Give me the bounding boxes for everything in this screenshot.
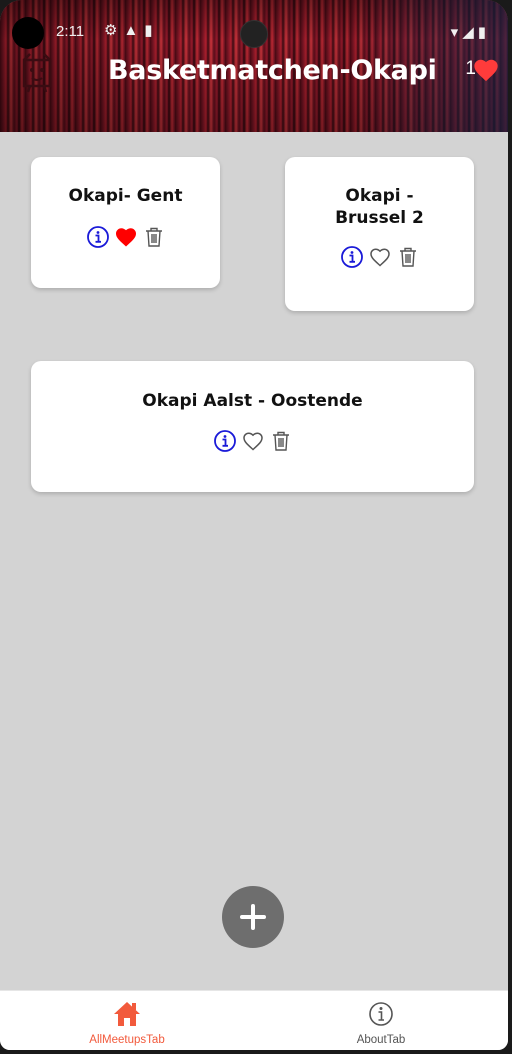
status-notification-icons: ⚙▲▮	[104, 22, 159, 39]
home-icon	[114, 1002, 140, 1026]
tab-about[interactable]: AboutTab	[254, 991, 508, 1050]
trash-icon[interactable]	[396, 245, 420, 269]
info-icon[interactable]	[340, 245, 364, 269]
meetup-card[interactable]: Okapi - Brussel 2	[285, 157, 474, 311]
meetups-list: Okapi- Gent Okapi - Brussel 2 Okapi Aals…	[0, 132, 508, 990]
add-meetup-button[interactable]	[222, 886, 284, 948]
favorites-heart-icon[interactable]	[472, 56, 500, 84]
bottom-tab-bar: AllMeetupsTab AboutTab	[0, 990, 508, 1050]
status-time: 2:11	[56, 23, 85, 40]
heart-filled-icon[interactable]	[114, 225, 138, 249]
app-title: Basketmatchen-Okapi	[108, 55, 437, 86]
phone-screen: 2:11 ⚙▲▮ ▾◢▮ Basketmatchen-Okapi 1 Okapi…	[0, 0, 508, 1050]
heart-outline-icon[interactable]	[368, 245, 392, 269]
heart-outline-icon[interactable]	[241, 429, 265, 453]
tab-label: AboutTab	[356, 1034, 406, 1046]
meetup-card[interactable]: Okapi- Gent	[31, 157, 220, 288]
meetup-title: Okapi- Gent	[68, 186, 183, 206]
meetup-title: Okapi Aalst - Oostende	[142, 391, 363, 411]
info-icon[interactable]	[86, 225, 110, 249]
tab-all-meetups[interactable]: AllMeetupsTab	[0, 991, 254, 1050]
status-system-icons: ▾◢▮	[450, 24, 490, 41]
info-icon[interactable]	[213, 429, 237, 453]
meetup-card[interactable]: Okapi Aalst - Oostende	[31, 361, 474, 492]
tab-label: AllMeetupsTab	[89, 1034, 165, 1046]
trash-icon[interactable]	[269, 429, 293, 453]
okapi-logo-icon	[22, 53, 52, 93]
meetup-title: Okapi - Brussel 2	[335, 186, 424, 228]
front-camera	[12, 17, 44, 49]
camera-cutout	[240, 20, 268, 48]
trash-icon[interactable]	[142, 225, 166, 249]
status-bar: 2:11 ⚙▲▮ ▾◢▮	[0, 17, 508, 49]
info-circle-icon	[369, 1002, 393, 1026]
